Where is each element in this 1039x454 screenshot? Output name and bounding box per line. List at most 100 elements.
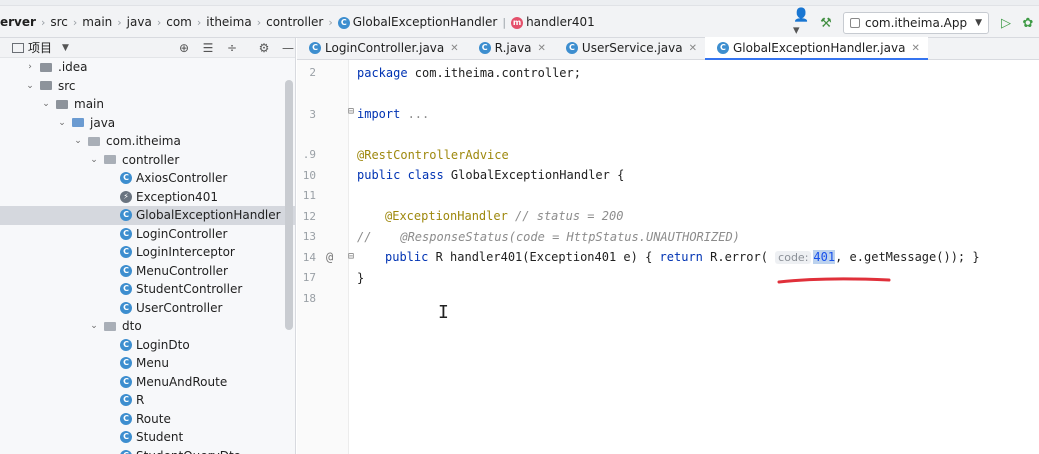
tree-item[interactable]: C AxiosController — [0, 169, 295, 188]
tree-item[interactable]: ⚡ Exception401 — [0, 188, 295, 207]
settings-gear-icon[interactable]: ⚙ — [252, 41, 276, 55]
tree-item[interactable]: ⌄ java — [0, 114, 295, 133]
at-override-icon[interactable]: @ — [326, 250, 333, 264]
code-token: R handler401(Exception401 e) { — [428, 250, 660, 264]
toolbar-right: 👤▾ ⚒ com.itheima.App ▼ ▷ ✿ — [793, 8, 1039, 38]
tab-global-exception-handler[interactable]: C GlobalExceptionHandler.java ✕ — [704, 37, 928, 60]
tab-user-service[interactable]: C UserService.java ✕ — [554, 37, 705, 59]
class-icon: C — [120, 431, 132, 444]
line-number-gutter[interactable]: 2 3 .9 10 11 12 13 14 17 18 @ ⊟ ⊟ — [297, 60, 354, 454]
annotation-token: @RestControllerAdvice — [357, 148, 509, 162]
chevron-down-icon[interactable]: ⌄ — [88, 155, 100, 165]
project-panel-title[interactable]: 项目 — [28, 39, 52, 56]
class-icon: C — [120, 357, 132, 370]
line-number: 11 — [302, 189, 316, 202]
tree-item-label: UserController — [136, 300, 223, 315]
tree-item[interactable]: C Menu — [0, 354, 295, 373]
tree-item[interactable]: C StudentQueryDto — [0, 447, 295, 454]
tree-item[interactable]: ⌄ dto — [0, 317, 295, 336]
breadcrumb-item-controller[interactable]: controller — [262, 15, 327, 29]
tree-item-label: LoginDto — [136, 337, 190, 352]
collapse-all-icon[interactable]: ÷ — [220, 41, 244, 55]
hide-panel-icon[interactable]: — — [276, 41, 295, 55]
tree-item[interactable]: C LoginDto — [0, 336, 295, 355]
class-icon: C — [478, 42, 491, 54]
tab-login-controller[interactable]: C LoginController.java ✕ — [297, 37, 467, 59]
red-underline-stroke — [777, 277, 891, 284]
breadcrumb-item-project[interactable]: erver — [0, 15, 40, 29]
user-account-icon[interactable]: 👤▾ — [793, 8, 815, 38]
tree-item[interactable]: C Route — [0, 410, 295, 429]
breadcrumb-method-label: handler401 — [526, 15, 595, 29]
close-icon[interactable]: ✕ — [538, 43, 546, 54]
code-line-method: public R handler401(Exception401 e) { re… — [385, 250, 980, 264]
chevron-down-icon[interactable]: ⌄ — [56, 118, 68, 128]
tree-item[interactable]: C MenuAndRoute — [0, 373, 295, 392]
expand-all-icon[interactable]: ☰ — [196, 41, 220, 55]
tree-item[interactable]: C LoginController — [0, 225, 295, 244]
locate-file-icon[interactable]: ⊕ — [172, 41, 196, 55]
class-icon: C — [120, 172, 132, 185]
app-config-icon — [849, 18, 860, 28]
selected-number-token[interactable]: 401 — [813, 250, 836, 264]
tree-item[interactable]: C UserController — [0, 299, 295, 318]
chevron-down-icon[interactable]: ⌄ — [88, 321, 100, 331]
line-number: 13 — [302, 230, 316, 243]
build-hammer-icon[interactable]: ⚒ — [815, 13, 837, 33]
close-icon[interactable]: ✕ — [689, 43, 697, 54]
class-icon: C — [120, 449, 132, 454]
breadcrumb-item-com[interactable]: com — [162, 15, 196, 29]
code-line-class-decl: public class GlobalExceptionHandler { — [357, 168, 624, 182]
breadcrumb-item-src[interactable]: src — [46, 15, 72, 29]
code-token: com.itheima.controller; — [407, 66, 581, 80]
package-icon — [88, 136, 100, 146]
tree-item[interactable]: C StudentController — [0, 280, 295, 299]
class-icon: C — [120, 264, 132, 277]
tree-item[interactable]: CR — [0, 391, 295, 410]
tree-item[interactable]: C Student — [0, 428, 295, 447]
comment-token: // status = 200 — [507, 209, 624, 223]
tree-item[interactable]: C LoginInterceptor — [0, 243, 295, 262]
close-icon[interactable]: ✕ — [911, 43, 919, 54]
chevron-right-icon[interactable]: › — [24, 62, 36, 72]
class-icon: C — [309, 42, 321, 54]
breadcrumb-item-main[interactable]: main — [78, 15, 116, 29]
tree-item-label: src — [58, 78, 76, 93]
chevron-down-icon[interactable]: ⌄ — [72, 136, 84, 146]
tree-item-label: MenuController — [136, 263, 228, 278]
breadcrumb-item-itheima[interactable]: itheima — [202, 15, 255, 29]
chevron-down-icon[interactable]: ⌄ — [40, 99, 52, 109]
close-icon[interactable]: ✕ — [450, 43, 458, 54]
project-tree-scrollbar[interactable] — [285, 80, 293, 330]
tree-item-label: R — [136, 393, 145, 408]
tree-item[interactable]: ⌄ main — [0, 95, 295, 114]
debug-icon[interactable]: ✿ — [1017, 13, 1039, 33]
tree-item[interactable]: ⌄ controller — [0, 151, 295, 170]
tree-item-label: LoginInterceptor — [136, 245, 235, 260]
run-configuration-dropdown[interactable]: com.itheima.App ▼ — [842, 12, 989, 34]
breadcrumb-item-class[interactable]: C GlobalExceptionHandler — [334, 15, 502, 29]
code-area[interactable]: package com.itheima.controller; import .… — [357, 60, 1037, 454]
tab-r-java[interactable]: C R.java ✕ — [467, 37, 554, 59]
project-panel-header: 项目 ▼ ⊕ ☰ ÷ ⚙ — — [0, 38, 295, 58]
folded-import-token[interactable]: ... — [400, 107, 430, 121]
breadcrumb-item-java[interactable]: java — [123, 15, 156, 29]
tree-item-label: LoginController — [136, 226, 228, 241]
class-icon: C — [120, 227, 132, 240]
class-icon: C — [120, 246, 132, 259]
tree-item[interactable]: C MenuController — [0, 262, 295, 281]
keyword-token: public class — [357, 168, 444, 182]
breadcrumb-item-method[interactable]: m handler401 — [507, 15, 599, 29]
line-number: 2 — [309, 66, 316, 79]
run-icon[interactable]: ▷ — [995, 13, 1017, 33]
fold-toggle-icon[interactable]: ⊟ — [348, 106, 354, 117]
chevron-down-icon[interactable]: ▼ — [62, 43, 69, 53]
tree-item[interactable]: C GlobalExceptionHandler — [0, 206, 295, 225]
chevron-down-icon[interactable]: ⌄ — [24, 81, 36, 91]
fold-toggle-icon[interactable]: ⊟ — [348, 251, 354, 262]
line-number: 3 — [309, 108, 316, 121]
project-tree: › .idea ⌄ src ⌄ main ⌄ java ⌄ com.itheima ⌄ control… — [0, 58, 295, 454]
tree-item[interactable]: ⌄ src — [0, 77, 295, 96]
tree-item[interactable]: › .idea — [0, 58, 295, 77]
tree-item[interactable]: ⌄ com.itheima — [0, 132, 295, 151]
